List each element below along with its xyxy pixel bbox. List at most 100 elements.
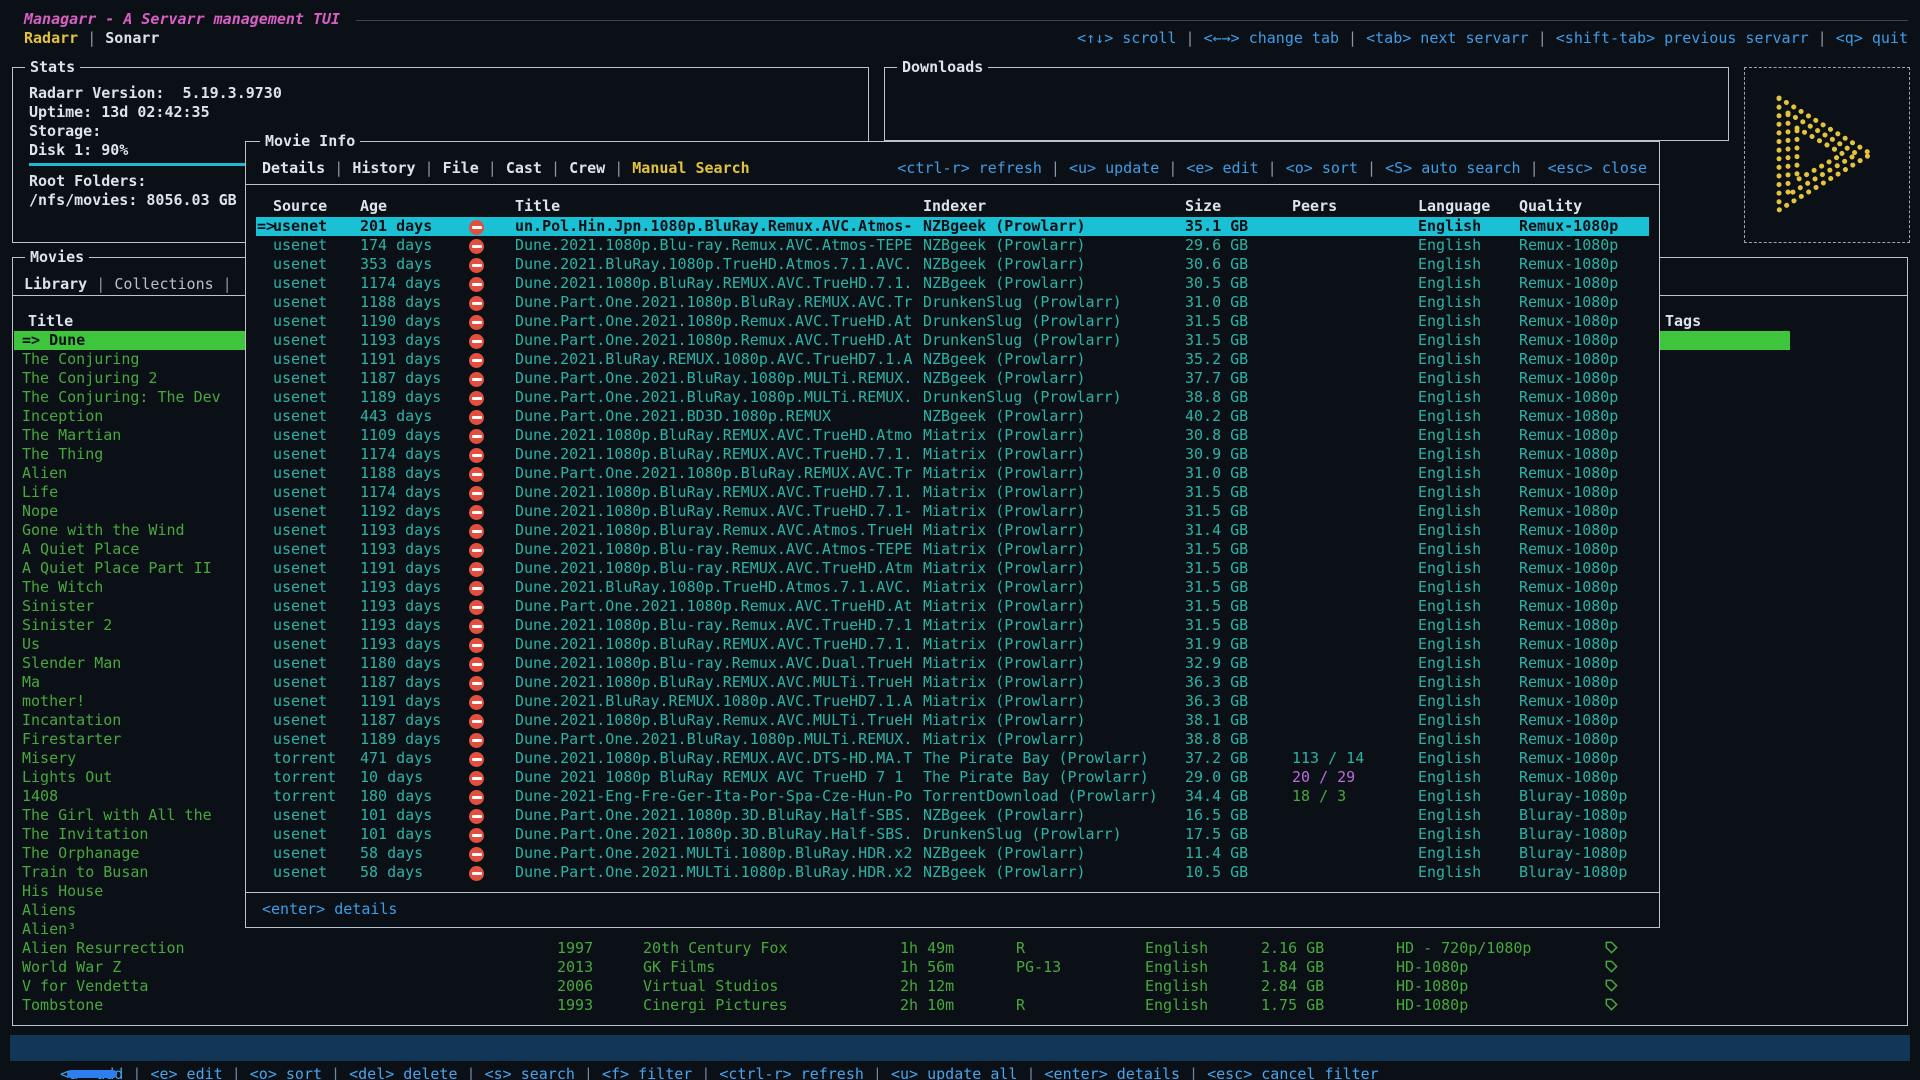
cell-peers <box>1292 635 1418 654</box>
tab-details[interactable]: Details <box>262 159 325 177</box>
search-result-row[interactable]: usenet1109 daysDune.2021.1080p.BluRay.RE… <box>256 426 1649 445</box>
search-result-row[interactable]: usenet101 daysDune.Part.One.2021.1080p.3… <box>256 825 1649 844</box>
cell-peers: 20 / 29 <box>1292 768 1418 787</box>
cell-size: 31.5 GB <box>1185 331 1292 350</box>
search-result-row[interactable]: usenet1191 daysDune.2021.BluRay.REMUX.10… <box>256 692 1649 711</box>
cell-year: 1993 <box>557 996 593 1015</box>
cell-reject <box>469 407 515 426</box>
search-result-row[interactable]: usenet1174 daysDune.2021.1080p.BluRay.RE… <box>256 483 1649 502</box>
cell-title: Dune.Part.One.2021.MULTi.1080p.BluRay.HD… <box>515 863 923 882</box>
keybind-hint: <u> update all <box>891 1065 1017 1080</box>
cell-language: English <box>1418 806 1519 825</box>
search-result-row[interactable]: usenet1187 daysDune.2021.1080p.BluRay.Re… <box>256 711 1649 730</box>
cell-age: 180 days <box>360 787 469 806</box>
cell-source: usenet <box>273 578 360 597</box>
search-result-row[interactable]: usenet1191 daysDune.2021.1080p.Blu-ray.R… <box>256 559 1649 578</box>
cell-language: English <box>1418 825 1519 844</box>
cell-indexer: Miatrix (Prowlarr) <box>923 578 1185 597</box>
rejected-icon <box>469 220 484 235</box>
cell-peers <box>1292 483 1418 502</box>
cell-peers: 18 / 3 <box>1292 787 1418 806</box>
rejected-icon <box>469 486 484 501</box>
tab-sonarr[interactable]: Sonarr <box>105 29 159 47</box>
keybind-hint: <ctrl-r> refresh <box>719 1065 864 1080</box>
cell-title: Dune.2021.1080p.BluRay.REMUX.AVC.TrueHD.… <box>515 426 923 445</box>
search-result-row[interactable]: usenet353 daysDune.2021.BluRay.1080p.Tru… <box>256 255 1649 274</box>
search-result-row[interactable]: usenet1193 daysDune.2021.1080p.Blu-ray.R… <box>256 540 1649 559</box>
search-result-row[interactable]: usenet1188 daysDune.Part.One.2021.1080p.… <box>256 464 1649 483</box>
movie-table-row[interactable]: 1993Cinergi Pictures2h 10mREnglish1.75 G… <box>13 996 1907 1015</box>
tab-cast[interactable]: Cast <box>506 159 542 177</box>
movie-table-row[interactable]: 199720th Century Fox1h 49mREnglish2.16 G… <box>13 939 1907 958</box>
cell-language: English <box>1418 217 1519 236</box>
cell-title: Dune.2021.1080p.BluRay.REMUX.AVC.MULTi.T… <box>515 673 923 692</box>
search-result-row[interactable]: usenet174 daysDune.2021.1080p.Blu-ray.Re… <box>256 236 1649 255</box>
rejected-icon <box>469 467 484 482</box>
tab-manual-search[interactable]: Manual Search <box>632 159 749 177</box>
search-result-row[interactable]: usenet1193 daysDune.Part.One.2021.1080p.… <box>256 597 1649 616</box>
cell-reject <box>469 236 515 255</box>
cell-language: English <box>1418 426 1519 445</box>
search-result-row[interactable]: usenet1174 daysDune.2021.1080p.BluRay.RE… <box>256 445 1649 464</box>
cell-quality: Remux-1080p <box>1519 350 1649 369</box>
search-result-row[interactable]: usenet1187 daysDune.Part.One.2021.BluRay… <box>256 369 1649 388</box>
search-result-row[interactable]: usenet1189 daysDune.Part.One.2021.BluRay… <box>256 730 1649 749</box>
separator: | <box>223 1065 250 1080</box>
cell-language: English <box>1418 559 1519 578</box>
cell-peers: 113 / 14 <box>1292 749 1418 768</box>
rejected-icon <box>469 809 484 824</box>
search-result-row[interactable]: usenet1192 daysDune.2021.1080p.BluRay.Re… <box>256 502 1649 521</box>
cell-age: 1187 days <box>360 369 469 388</box>
cell-quality: Remux-1080p <box>1519 559 1649 578</box>
search-result-row[interactable]: usenet101 daysDune.Part.One.2021.1080p.3… <box>256 806 1649 825</box>
movie-table-row[interactable]: 2013GK Films1h 56mPG-13English1.84 GBHD-… <box>13 958 1907 977</box>
search-result-row[interactable]: usenet443 daysDune.Part.One.2021.BD3D.10… <box>256 407 1649 426</box>
cell-reject <box>469 825 515 844</box>
cell-quality: Remux-1080p <box>1519 578 1649 597</box>
rejected-icon <box>469 543 484 558</box>
search-result-row[interactable]: usenet1190 daysDune.Part.One.2021.1080p.… <box>256 312 1649 331</box>
search-result-row[interactable]: =>usenet201 daysun.Pol.Hin.Jpn.1080p.Blu… <box>256 217 1649 236</box>
movie-table-row[interactable]: 2006Virtual Studios2h 12mEnglish2.84 GBH… <box>13 977 1907 996</box>
search-result-row[interactable]: usenet1189 daysDune.Part.One.2021.BluRay… <box>256 388 1649 407</box>
rejected-icon <box>469 695 484 710</box>
search-result-row[interactable]: usenet1193 daysDune.2021.1080p.Bluray.Re… <box>256 521 1649 540</box>
cell-age: 101 days <box>360 806 469 825</box>
search-result-row[interactable]: usenet1180 daysDune.2021.1080p.Blu-ray.R… <box>256 654 1649 673</box>
search-result-row[interactable]: usenet1193 daysDune.2021.BluRay.1080p.Tr… <box>256 578 1649 597</box>
search-result-row[interactable]: usenet58 daysDune.Part.One.2021.MULTi.10… <box>256 844 1649 863</box>
cell-quality: Remux-1080p <box>1519 711 1649 730</box>
separator: | <box>1159 159 1186 177</box>
cell-title: Dune.2021.1080p.BluRay.REMUX.AVC.TrueHD.… <box>515 274 923 293</box>
search-result-row[interactable]: usenet1191 daysDune.2021.BluRay.REMUX.10… <box>256 350 1649 369</box>
search-result-row[interactable]: torrent180 daysDune-2021-Eng-Fre-Ger-Ita… <box>256 787 1649 806</box>
search-result-row[interactable]: usenet1193 daysDune.Part.One.2021.1080p.… <box>256 331 1649 350</box>
rejected-icon <box>469 562 484 577</box>
tab-crew[interactable]: Crew <box>569 159 605 177</box>
separator: | <box>1176 29 1203 47</box>
keybind-hint: <e> edit <box>1186 159 1258 177</box>
search-result-row[interactable]: usenet1188 daysDune.Part.One.2021.1080p.… <box>256 293 1649 312</box>
cell-indexer: NZBgeek (Prowlarr) <box>923 350 1185 369</box>
cell-source: usenet <box>273 483 360 502</box>
search-result-row[interactable]: usenet1174 daysDune.2021.1080p.BluRay.RE… <box>256 274 1649 293</box>
cell-age: 1109 days <box>360 426 469 445</box>
search-result-row[interactable]: torrent471 daysDune.2021.1080p.BluRay.RE… <box>256 749 1649 768</box>
cell-title: Dune.2021.1080p.Blu-ray.Remux.AVC.Atmos-… <box>515 540 923 559</box>
search-result-row[interactable]: torrent10 daysDune 2021 1080p BluRay REM… <box>256 768 1649 787</box>
cell-indexer: NZBgeek (Prowlarr) <box>923 274 1185 293</box>
tab-file[interactable]: File <box>443 159 479 177</box>
search-result-row[interactable]: usenet1193 daysDune.2021.1080p.Blu-ray.R… <box>256 616 1649 635</box>
cell-source: usenet <box>273 293 360 312</box>
cell-age: 58 days <box>360 844 469 863</box>
cell-quality: Remux-1080p <box>1519 692 1649 711</box>
search-result-row[interactable]: usenet58 daysDune.Part.One.2021.MULTi.10… <box>256 863 1649 882</box>
cell-quality: HD-1080p <box>1396 958 1468 977</box>
cell-age: 1193 days <box>360 521 469 540</box>
cell-language: English <box>1418 350 1519 369</box>
tab-radarr[interactable]: Radarr <box>24 29 78 47</box>
search-result-row[interactable]: usenet1193 daysDune.2021.1080p.BluRay.RE… <box>256 635 1649 654</box>
tab-history[interactable]: History <box>352 159 415 177</box>
modal-footer-rule <box>246 892 1659 893</box>
search-result-row[interactable]: usenet1187 daysDune.2021.1080p.BluRay.RE… <box>256 673 1649 692</box>
